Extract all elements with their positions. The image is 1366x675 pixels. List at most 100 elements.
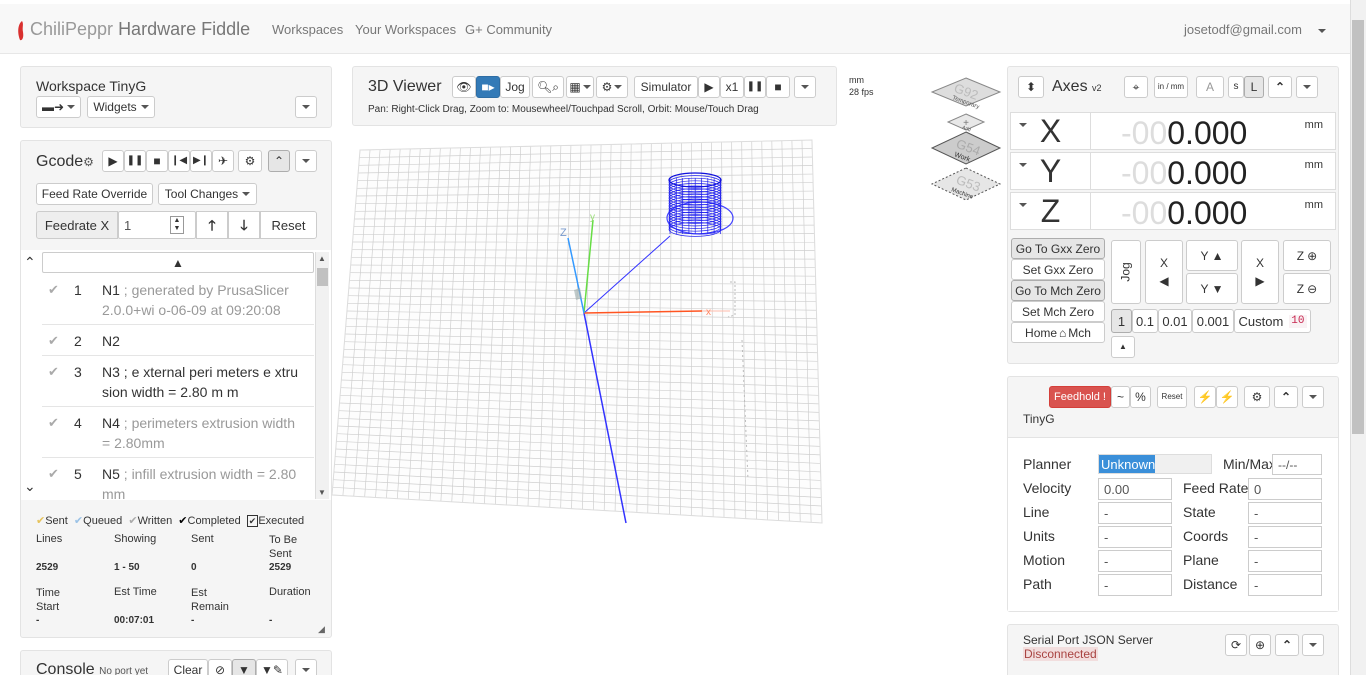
jump-button[interactable]: ✈ — [212, 150, 234, 172]
feedrate-spinner[interactable]: ▲ ▼ — [170, 216, 184, 234]
resize-handle-icon[interactable]: ◢ — [318, 624, 325, 635]
jog-step-custom[interactable]: Custom 10 — [1234, 309, 1311, 333]
console-block-button[interactable]: ⊘ — [208, 659, 232, 675]
axes-menu-button[interactable] — [1296, 76, 1318, 98]
jog-step-1[interactable]: 1 — [1111, 309, 1132, 333]
gcode-collapse-up-button[interactable]: ⌃ — [268, 150, 290, 172]
simulator-speed-button[interactable]: x1 — [720, 76, 744, 98]
viewer-zoom-button[interactable]: 🔍︎⌕ — [532, 76, 564, 98]
nav-gplus-community[interactable]: G+ Community — [465, 22, 552, 37]
axes-s-button[interactable]: s — [1228, 76, 1244, 98]
nav-your-workspaces[interactable]: Your Workspaces — [355, 22, 456, 37]
axes-a-button[interactable]: A — [1196, 76, 1224, 98]
gcode-list-scrollbar[interactable] — [315, 252, 329, 499]
viewer-menu-button[interactable] — [794, 76, 816, 98]
viewer-simulator-button[interactable]: Simulator — [634, 76, 698, 98]
feed-rate-override-button[interactable]: Feed Rate Override — [36, 183, 153, 205]
console-clear-button[interactable]: Clear — [168, 659, 208, 675]
resume-button[interactable]: ~ — [1111, 386, 1130, 408]
serial-menu-button[interactable] — [1302, 634, 1324, 656]
axis-x-name[interactable]: X — [1011, 113, 1091, 149]
home-mch-button[interactable]: Home ⌂ Mch — [1011, 322, 1105, 343]
user-menu[interactable]: josetodf@gmail.com — [1184, 22, 1326, 37]
gcode-scroll-down-arrow[interactable]: ▼ — [318, 488, 326, 497]
wcs-g54[interactable]: G54 Work — [930, 131, 1002, 165]
viewer-canvas[interactable]: x y Z — [330, 130, 830, 530]
serial-add-button[interactable]: ⊕ — [1249, 634, 1271, 656]
wcs-selector[interactable]: G92 Temporary + Add G54 Work G53 Machine — [926, 74, 1006, 209]
jog-x-plus-button[interactable]: X ▶ — [1241, 240, 1279, 304]
wcs-g92[interactable]: G92 Temporary — [930, 77, 1002, 111]
go-mch-zero-button[interactable]: Go To Mch Zero — [1011, 280, 1105, 301]
gcode-menu-button[interactable] — [295, 150, 317, 172]
axes-collapse-button[interactable]: ⌃ — [1268, 76, 1292, 98]
console-filter-edit-button[interactable]: ▼✎ — [256, 659, 288, 675]
jog-x-minus-button[interactable]: X ◀ — [1145, 240, 1183, 304]
feedhold-button[interactable]: Feedhold ! — [1049, 386, 1111, 408]
workspace-collapse-button[interactable] — [295, 96, 317, 118]
simulator-play-button[interactable]: ▶ — [698, 76, 720, 98]
jog-step-0-1[interactable]: 0.1 — [1132, 309, 1158, 333]
wcs-g53[interactable]: G53 Machine — [930, 167, 1002, 201]
gcode-scroll-bottom-icon[interactable]: ⌄ — [24, 478, 36, 495]
gcode-list-scrollbar-thumb[interactable] — [317, 268, 328, 286]
step-forward-button[interactable]: ▶❙ — [190, 150, 212, 172]
gcode-page-up-button[interactable]: ▲ — [42, 252, 314, 273]
feedrate-down-button[interactable]: 🡓 — [228, 211, 260, 239]
workspace-export-button[interactable]: ▬➜ — [36, 96, 81, 118]
wcs-add[interactable]: + Add — [946, 113, 986, 133]
viewer-jog-button[interactable]: Jog — [500, 76, 530, 98]
axis-y-number: 0.000 — [1167, 155, 1248, 191]
serial-collapse-button[interactable]: ⌃ — [1275, 634, 1299, 656]
gcode-settings-button[interactable]: ⚙ — [238, 150, 262, 172]
set-mch-zero-button[interactable]: Set Mch Zero — [1011, 301, 1105, 322]
axes-crosshair-button[interactable]: ⌖ — [1124, 76, 1148, 98]
tinyg-collapse-button[interactable]: ⌃ — [1274, 386, 1298, 408]
stop-button[interactable]: ■ — [146, 150, 168, 172]
jog-y-plus-button[interactable]: Y ▲ — [1186, 240, 1238, 271]
widgets-button[interactable]: Widgets — [87, 96, 155, 118]
feedrate-input[interactable]: 1 — [118, 211, 196, 239]
jog-step-0-001[interactable]: 0.001 — [1192, 309, 1234, 333]
chili-logo-icon[interactable] — [16, 20, 24, 41]
console-menu-button[interactable] — [295, 659, 317, 675]
brand[interactable]: ChiliPeppr Hardware Fiddle — [30, 19, 250, 40]
gcode-scroll-top-icon[interactable]: ⌃ — [24, 254, 36, 271]
feedrate-reset-button[interactable]: Reset — [260, 211, 317, 239]
set-gxx-zero-button[interactable]: Set Gxx Zero — [1011, 259, 1105, 280]
feedrate-up-button[interactable]: 🡑 — [196, 211, 228, 239]
go-gxx-zero-button[interactable]: Go To Gxx Zero — [1011, 238, 1105, 259]
axes-icon-button[interactable]: ⬍ — [1018, 76, 1044, 98]
axis-z-name[interactable]: Z — [1011, 193, 1091, 229]
viewer-camera-button[interactable]: ■▸ — [476, 76, 500, 98]
simulator-stop-button[interactable]: ■ — [766, 76, 790, 98]
viewer-settings-button[interactable]: ⚙ — [596, 76, 628, 98]
serial-refresh-button[interactable]: ⟳ — [1225, 634, 1247, 656]
tinyg-settings-button[interactable]: ⚙ — [1244, 386, 1270, 408]
tinyg-flash-alt-button[interactable]: ⚡ — [1216, 386, 1238, 408]
axes-inmm-button[interactable]: in / mm — [1154, 76, 1188, 98]
tool-changes-button[interactable]: Tool Changes — [158, 183, 257, 205]
gcode-scroll-up-arrow[interactable]: ▲ — [318, 254, 326, 263]
jog-expand-button[interactable]: ▲ — [1111, 336, 1135, 358]
jog-z-minus-button[interactable]: Z ⊖ — [1283, 273, 1331, 304]
jog-z-plus-button[interactable]: Z ⊕ — [1283, 240, 1331, 271]
jog-toggle-button[interactable]: Jog — [1111, 240, 1141, 304]
jog-step-0-01[interactable]: 0.01 — [1158, 309, 1192, 333]
page-scrollbar-thumb[interactable] — [1352, 20, 1364, 434]
tinyg-reset-button[interactable]: Reset — [1157, 386, 1187, 408]
axes-l-button[interactable]: L — [1244, 76, 1264, 98]
queue-flush-button[interactable]: % — [1130, 386, 1151, 408]
simulator-pause-button[interactable]: ❚❚ — [744, 76, 766, 98]
tinyg-flash-button[interactable]: ⚡ — [1194, 386, 1216, 408]
viewer-grid-button[interactable]: ▦ — [566, 76, 594, 98]
axis-y-name[interactable]: Y — [1011, 153, 1091, 189]
viewer-visibility-button[interactable]: 👁 — [452, 76, 476, 98]
play-button[interactable]: ▶ — [102, 150, 124, 172]
tinyg-menu-button[interactable] — [1302, 386, 1324, 408]
nav-workspaces[interactable]: Workspaces — [272, 22, 343, 37]
pause-button[interactable]: ❚❚ — [124, 150, 146, 172]
step-back-button[interactable]: ❙◀ — [168, 150, 190, 172]
jog-y-minus-button[interactable]: Y ▼ — [1186, 273, 1238, 304]
console-filter-button[interactable]: ▼ — [232, 659, 256, 675]
